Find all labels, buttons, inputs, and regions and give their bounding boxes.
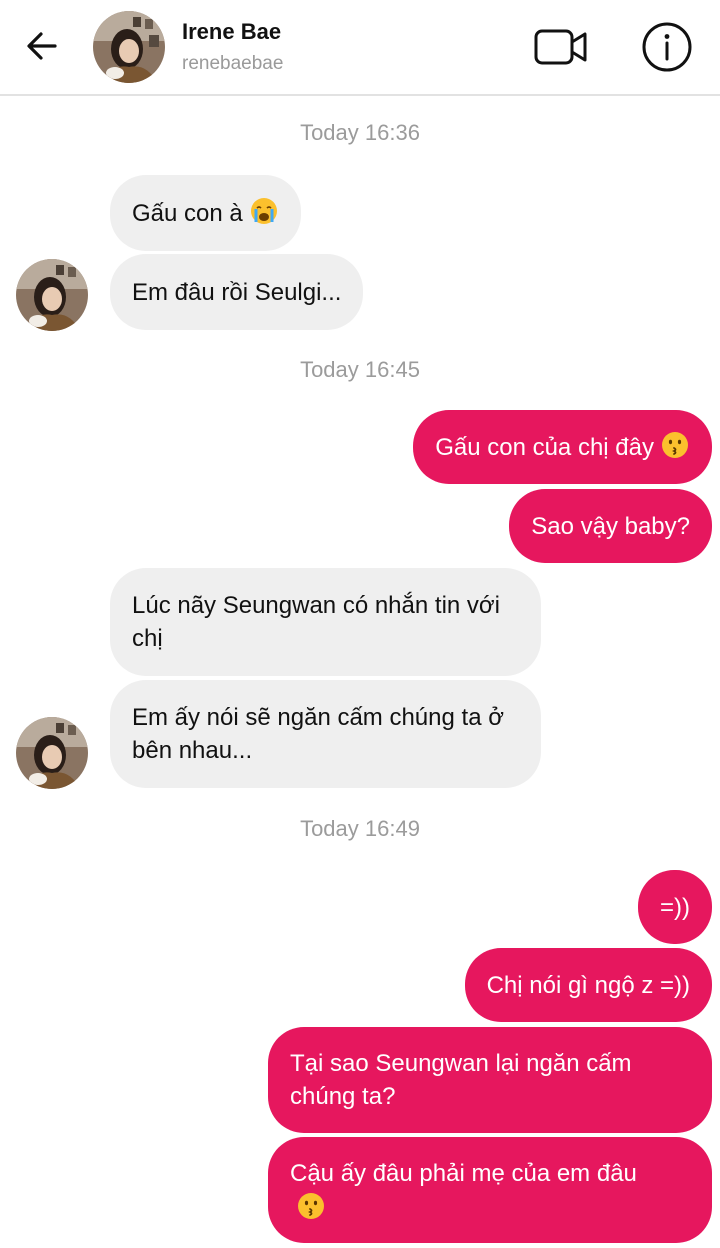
chat-header: Irene Bae renebaebae	[0, 0, 720, 96]
message-bubble-incoming[interactable]: Gấu con à	[110, 175, 301, 251]
contact-handle: renebaebae	[182, 53, 284, 74]
message-text: Sao vậy baby?	[531, 512, 690, 540]
message-text: =))	[660, 893, 690, 921]
kissing-face-icon	[298, 1192, 324, 1219]
message-bubble-outgoing[interactable]: =))	[638, 870, 712, 944]
video-call-button[interactable]	[530, 22, 592, 72]
message-bubble-outgoing[interactable]: Gấu con của chị đây	[413, 410, 712, 484]
kissing-face-icon	[662, 432, 688, 458]
sender-avatar[interactable]	[16, 717, 88, 789]
timestamp: Today 16:49	[300, 816, 420, 841]
sender-avatar[interactable]	[16, 259, 88, 331]
arrow-left-icon	[27, 32, 57, 60]
info-icon	[642, 22, 692, 72]
message-bubble-outgoing[interactable]: Chị nói gì ngộ z =))	[464, 948, 712, 1022]
message-text: Chị nói gì ngộ z =))	[486, 971, 690, 999]
crying-face-icon	[250, 198, 277, 224]
message-text: Lúc nãy Seungwan có nhắn tin với chị	[132, 592, 500, 652]
message-bubble-incoming[interactable]: Em ấy nói sẽ ngăn cấm chúng ta ở bên nha…	[110, 680, 541, 788]
message-text: Tại sao Seungwan lại ngăn cấm chúng ta?	[290, 1050, 632, 1110]
info-button[interactable]	[640, 20, 694, 74]
message-text: Gấu con à	[132, 199, 243, 227]
timestamp: Today 16:45	[300, 357, 420, 382]
back-button[interactable]	[22, 26, 62, 66]
timestamp: Today 16:36	[300, 120, 420, 145]
contact-name[interactable]: Irene Bae	[182, 19, 281, 45]
message-bubble-incoming[interactable]: Lúc nãy Seungwan có nhắn tin với chị	[110, 568, 541, 676]
message-text: Em ấy nói sẽ ngăn cấm chúng ta ở bên nha…	[132, 704, 504, 764]
video-camera-icon	[534, 29, 587, 65]
message-text: Cậu ấy đâu phải mẹ của em đâu	[290, 1157, 672, 1223]
message-bubble-outgoing[interactable]: Tại sao Seungwan lại ngăn cấm chúng ta?	[268, 1027, 712, 1133]
message-text: Gấu con của chị đây	[435, 433, 654, 461]
message-bubble-incoming[interactable]: Em đâu rồi Seulgi...	[110, 254, 364, 330]
message-text: Em đâu rồi Seulgi...	[132, 278, 342, 306]
contact-avatar[interactable]	[93, 11, 165, 83]
message-bubble-outgoing[interactable]: Cậu ấy đâu phải mẹ của em đâu	[268, 1137, 712, 1243]
message-bubble-outgoing[interactable]: Sao vậy baby?	[509, 489, 712, 563]
